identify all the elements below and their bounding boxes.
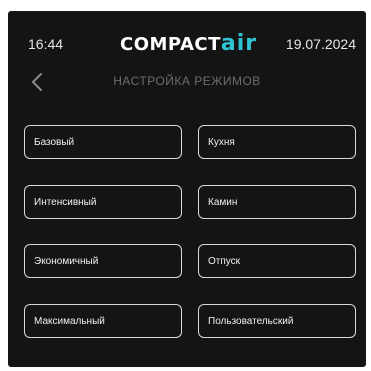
mode-button-base[interactable]: Базовый: [24, 125, 182, 159]
mode-button-fireplace[interactable]: Камин: [198, 185, 356, 219]
mode-button-maximum[interactable]: Максимальный: [24, 304, 182, 338]
brand-logo: COMPACTair: [120, 31, 257, 57]
mode-button-custom[interactable]: Пользовательский: [198, 304, 356, 338]
status-date: 19.07.2024: [285, 36, 356, 52]
device-screen: 16:44 COMPACTair 19.07.2024 НАСТРОЙКА РЕ…: [8, 11, 366, 367]
mode-button-economy[interactable]: Экономичный: [24, 244, 182, 278]
brand-logo-air: air: [220, 31, 258, 56]
brand-logo-compact: COMPACT: [120, 34, 221, 55]
mode-button-vacation[interactable]: Отпуск: [198, 244, 356, 278]
status-time: 16:44: [28, 36, 64, 52]
page-title: НАСТРОЙКА РЕЖИМОВ: [113, 74, 261, 88]
mode-button-kitchen[interactable]: Кухня: [198, 125, 356, 159]
mode-button-intensive[interactable]: Интенсивный: [24, 185, 182, 219]
